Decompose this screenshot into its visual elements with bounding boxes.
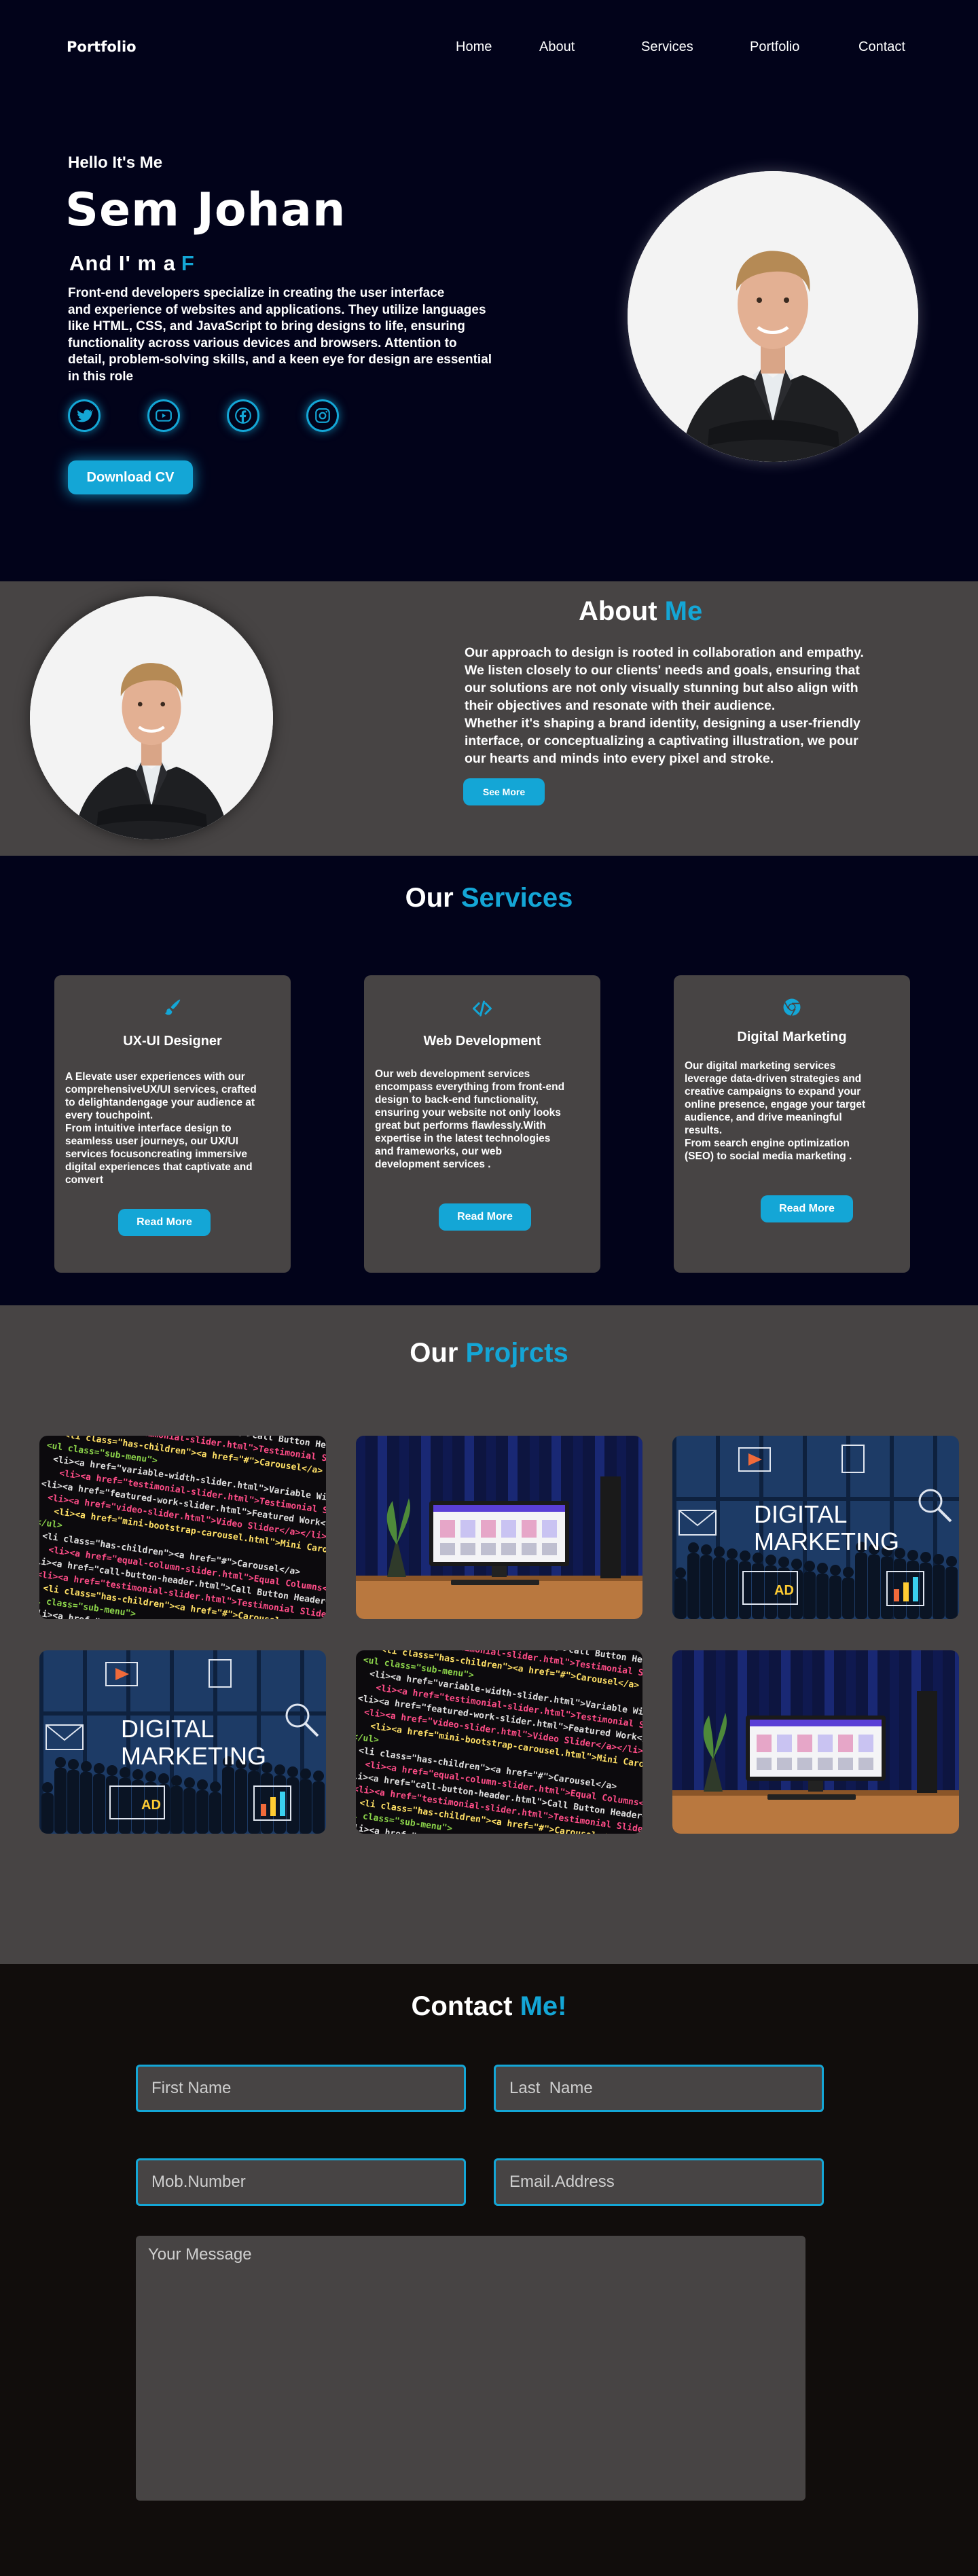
message-field[interactable]	[136, 2236, 805, 2501]
code-icon	[473, 1000, 492, 1017]
hero-role-prefix: And I' m a	[69, 251, 176, 275]
service-icon-wrap	[54, 997, 291, 1017]
about-title-main: About	[579, 596, 657, 626]
about-description: Our approach to design is rooted in coll…	[465, 645, 864, 766]
service-title: UX-UI Designer	[123, 1034, 222, 1049]
twitter-icon	[76, 410, 93, 422]
download-cv-button[interactable]: Download CV	[68, 460, 193, 494]
projects-title-main: Our	[410, 1338, 458, 1368]
projects-section: Our Projrcts <li><a href="call-button-he…	[0, 1305, 978, 1964]
svg-text:AD: AD	[774, 1583, 794, 1598]
contact-section: Contact Me!	[0, 1964, 978, 2576]
facebook-link[interactable]	[227, 399, 259, 432]
mobile-number-field[interactable]	[136, 2158, 466, 2206]
project-card[interactable]	[356, 1436, 642, 1619]
hero-role: And I' m aF	[69, 251, 195, 276]
project-thumbnail-marketing: DIGITALMARKETING AD	[39, 1650, 326, 1834]
project-card[interactable]: <li><a href="call-button-header.html">Ca…	[356, 1650, 642, 1834]
read-more-button[interactable]: Read More	[439, 1203, 531, 1231]
project-card[interactable]: DIGITAL MARKETING AD	[672, 1436, 959, 1619]
nav-home[interactable]: Home	[456, 39, 492, 55]
service-card-marketing: Digital Marketing Our digital marketing …	[674, 975, 910, 1273]
hero-greeting: Hello It's Me	[68, 153, 163, 172]
nav-services[interactable]: Services	[641, 39, 693, 55]
youtube-icon	[156, 410, 172, 422]
contact-title: Contact Me!	[0, 1991, 978, 2022]
service-description: Our web development services encompass e…	[375, 1068, 565, 1170]
svg-text:DIGITAL: DIGITAL	[754, 1500, 847, 1528]
service-card-web: Web Development Our web development serv…	[364, 975, 600, 1273]
svg-text:AD: AD	[141, 1798, 161, 1813]
youtube-link[interactable]	[147, 399, 180, 432]
service-card-ux: UX-UI Designer A Elevate user experience…	[54, 975, 291, 1273]
twitter-link[interactable]	[68, 399, 101, 432]
services-title-main: Our	[405, 883, 454, 913]
service-icon-wrap	[674, 997, 910, 1017]
service-description: A Elevate user experiences with our comp…	[65, 1071, 257, 1186]
hero-role-typed: F	[181, 251, 195, 275]
facebook-icon	[235, 407, 251, 424]
contact-title-accent: Me!	[520, 1991, 567, 2021]
read-more-button[interactable]: Read More	[118, 1209, 211, 1236]
services-title-accent: Services	[460, 883, 573, 913]
service-icon-wrap	[364, 998, 600, 1019]
see-more-button[interactable]: See More	[463, 778, 545, 805]
service-title: Web Development	[423, 1034, 541, 1049]
about-section: About Me Our approach to design is roote…	[0, 581, 978, 856]
read-more-button[interactable]: Read More	[761, 1195, 853, 1222]
service-description: Our digital marketing services leverage …	[685, 1060, 866, 1162]
chrome-icon	[783, 998, 801, 1016]
project-card[interactable]: DIGITAL MARKETING AD	[39, 1650, 326, 1834]
instagram-icon	[315, 408, 330, 423]
project-thumbnail-code: <li><a href="call-button-header.html">Ca…	[39, 1436, 326, 1619]
about-profile-photo	[30, 596, 273, 839]
svg-text:DIGITAL: DIGITAL	[121, 1715, 214, 1743]
project-thumbnail-code: <li><a href="call-button-header.html">Ca…	[356, 1650, 642, 1834]
service-title: Digital Marketing	[737, 1030, 847, 1045]
nav-about[interactable]: About	[539, 39, 575, 55]
nav-portfolio[interactable]: Portfolio	[750, 39, 799, 55]
projects-title: Our Projrcts	[0, 1338, 978, 1368]
project-card[interactable]: <li><a href="call-button-header.html">Ca…	[39, 1436, 326, 1619]
hero-profile-photo	[628, 171, 918, 462]
about-title: About Me	[579, 596, 702, 627]
project-thumbnail-marketing: DIGITALMARKETING AD	[672, 1436, 959, 1619]
nav-contact[interactable]: Contact	[858, 39, 905, 55]
services-section: Our Services UX-UI Designer A Elevate us…	[0, 856, 978, 1305]
svg-text:MARKETING: MARKETING	[754, 1527, 899, 1555]
project-thumbnail-desk	[356, 1436, 642, 1619]
project-card[interactable]	[672, 1650, 959, 1834]
first-name-field[interactable]	[136, 2065, 466, 2112]
email-field[interactable]	[494, 2158, 824, 2206]
last-name-field[interactable]	[494, 2065, 824, 2112]
project-thumbnail-desk	[672, 1650, 959, 1834]
projects-title-accent: Projrcts	[465, 1338, 568, 1368]
hero-section: Portfolio Home About Services Portfolio …	[0, 0, 978, 581]
hero-name: Sem Johan	[65, 183, 346, 237]
services-title: Our Services	[0, 883, 978, 913]
about-title-accent: Me	[664, 596, 703, 626]
brush-icon	[164, 999, 181, 1015]
main-nav: Home About Services Portfolio Contact	[0, 39, 978, 57]
hero-description: Front-end developers specialize in creat…	[68, 286, 492, 384]
svg-text:MARKETING: MARKETING	[121, 1742, 266, 1770]
instagram-link[interactable]	[306, 399, 339, 432]
contact-title-main: Contact	[411, 1991, 513, 2021]
social-links	[68, 399, 353, 432]
